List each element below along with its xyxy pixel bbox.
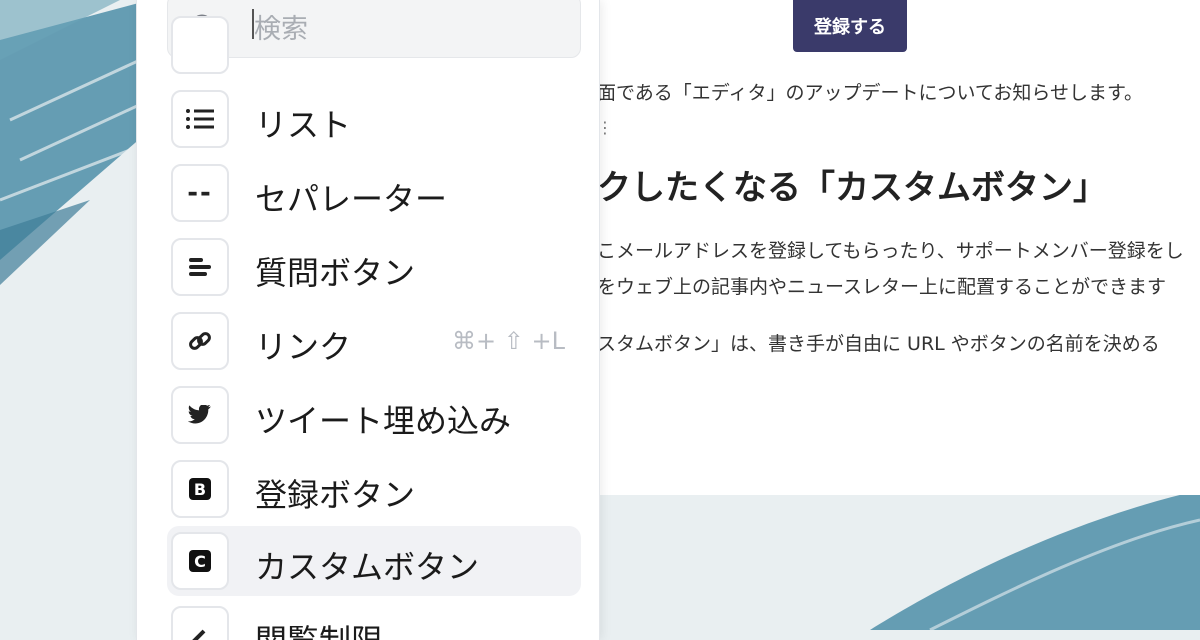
- separator-icon: --: [171, 164, 229, 222]
- menu-item-label: 登録ボタン: [255, 476, 416, 514]
- menu-item-label: 質問ボタン: [255, 254, 416, 292]
- article-paragraph: こメールアドレスを登録してもらったり、サポートメンバー登録をし: [597, 240, 1184, 262]
- insert-menu: 検索 リスト -- セパレーター 質問ボタン リンク ⌘+ ⇧ +L ツイート埋…: [136, 0, 600, 640]
- article-paragraph: スタムボタン」は、書き手が自由に URL やボタンの名前を決める: [597, 333, 1160, 355]
- menu-item-separator[interactable]: -- セパレーター: [167, 158, 581, 228]
- menu-item-icon: [171, 16, 229, 74]
- list-icon: [171, 90, 229, 148]
- article-paragraph: 面である「エディタ」のアップデートについてお知らせします。: [597, 82, 1144, 104]
- menu-item-label: リンク: [255, 328, 352, 366]
- link-icon: [171, 312, 229, 370]
- article-paragraph: をウェブ上の記事内やニュースレター上に配置することができます: [597, 276, 1167, 298]
- menu-item-label: リスト: [255, 106, 352, 144]
- shortcut-hint: ⌘+ ⇧ +L: [452, 327, 565, 355]
- twitter-icon: [171, 386, 229, 444]
- question-button-icon: [171, 238, 229, 296]
- menu-item-question-button[interactable]: 質問ボタン: [167, 232, 581, 302]
- brush-stroke-decoration: [870, 490, 1200, 630]
- menu-item-tweet-embed[interactable]: ツイート埋め込み: [167, 380, 581, 450]
- brush-stroke-decoration: [0, 0, 150, 285]
- menu-item-label: セパレーター: [255, 180, 448, 218]
- menu-item-link[interactable]: リンク ⌘+ ⇧ +L: [167, 306, 581, 376]
- restriction-icon: [171, 606, 229, 640]
- register-button[interactable]: 登録する: [793, 0, 907, 52]
- menu-item-label: カスタムボタン: [255, 548, 480, 586]
- menu-item-register-button[interactable]: B 登録ボタン: [167, 454, 581, 524]
- menu-item-label: ツイート埋め込み: [255, 402, 512, 440]
- menu-item-custom-button[interactable]: C カスタムボタン: [167, 526, 581, 596]
- register-button-icon: B: [171, 460, 229, 518]
- custom-button-icon: C: [171, 532, 229, 590]
- menu-item-label: 閲覧制限: [255, 616, 383, 640]
- article-heading: クしたくなる「カスタムボタン」: [597, 168, 1107, 208]
- menu-item-list[interactable]: リスト: [167, 84, 581, 154]
- search-placeholder: 検索: [254, 14, 308, 45]
- menu-item-restriction[interactable]: 閲覧制限: [167, 600, 581, 640]
